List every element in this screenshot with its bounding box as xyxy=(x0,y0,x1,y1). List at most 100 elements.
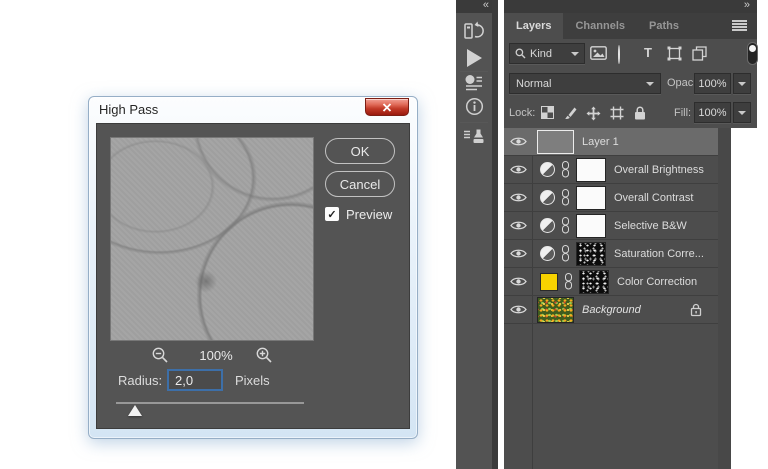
filter-smart-objects-icon[interactable] xyxy=(692,46,707,66)
dialog-content: OK Cancel Preview 100% Radius: Pixels xyxy=(96,123,410,429)
search-icon xyxy=(515,48,526,59)
clone-source-panel-icon[interactable] xyxy=(456,128,492,145)
visibility-eye-icon[interactable] xyxy=(504,304,533,315)
filter-preview-image[interactable] xyxy=(110,137,314,341)
mask-link-icon xyxy=(561,189,570,206)
layer-mask-thumbnail[interactable] xyxy=(576,185,606,210)
fill-label: Fill: xyxy=(674,107,692,119)
visibility-eye-icon[interactable] xyxy=(504,164,533,175)
filter-shape-layers-icon[interactable] xyxy=(667,46,682,66)
zoom-out-icon[interactable] xyxy=(151,346,169,364)
filter-pixel-layers-icon[interactable] xyxy=(590,46,607,65)
slider-thumb-icon[interactable] xyxy=(128,405,142,416)
adjustment-layer-icon[interactable] xyxy=(540,190,555,205)
filter-type-layers-icon[interactable] xyxy=(644,44,652,62)
panel-dock-header[interactable]: » xyxy=(504,0,757,13)
tab-layers[interactable]: Layers xyxy=(504,13,564,39)
layer-name[interactable]: Overall Contrast xyxy=(614,192,693,204)
layer-mask-thumbnail[interactable] xyxy=(576,241,606,266)
layer-list: Layer 1 Overall Brightness Overall Contr… xyxy=(504,128,718,324)
close-button[interactable] xyxy=(365,98,409,116)
history-panel-icon[interactable] xyxy=(456,20,492,42)
layer-row-saturation-correction[interactable]: Saturation Corre... xyxy=(504,240,718,268)
ok-button[interactable]: OK xyxy=(325,138,395,164)
visibility-eye-icon[interactable] xyxy=(504,276,533,287)
radius-input[interactable] xyxy=(167,369,223,391)
layer-filtering-toggle[interactable] xyxy=(747,42,758,65)
close-icon xyxy=(382,100,392,115)
dialog-titlebar[interactable]: High Pass xyxy=(89,97,417,123)
opacity-value[interactable]: 100% xyxy=(694,73,731,94)
blend-mode-value: Normal xyxy=(516,77,552,90)
mask-link-icon xyxy=(561,161,570,178)
layer-mask-thumbnail[interactable] xyxy=(576,213,606,238)
adjustment-layer-icon[interactable] xyxy=(540,162,555,177)
layer-row-background[interactable]: Background xyxy=(504,296,718,324)
lock-position-icon[interactable] xyxy=(586,106,601,126)
fill-value[interactable]: 100% xyxy=(694,102,731,123)
radius-slider[interactable] xyxy=(114,394,306,418)
layer-locked-icon xyxy=(690,303,702,322)
panel-menu-icon[interactable] xyxy=(732,20,747,32)
fill-dropdown-icon[interactable] xyxy=(733,102,751,123)
zoom-level: 100% xyxy=(199,348,233,363)
globe-list-panel-icon[interactable] xyxy=(456,74,492,91)
layer-name[interactable]: Overall Brightness xyxy=(614,164,704,176)
layer-thumbnail[interactable] xyxy=(537,129,574,154)
filter-adjustment-layers-icon[interactable] xyxy=(618,45,620,64)
panel-gutter xyxy=(718,128,731,469)
strip-divider xyxy=(460,122,488,123)
mask-link-icon xyxy=(564,273,573,290)
blend-mode-dropdown[interactable]: Normal xyxy=(509,73,661,94)
adjustment-layer-icon[interactable] xyxy=(540,218,555,233)
lock-image-pixels-icon[interactable] xyxy=(564,106,578,125)
lock-all-icon[interactable] xyxy=(634,106,646,125)
layer-row-selective-bw[interactable]: Selective B&W xyxy=(504,212,718,240)
layer-mask-thumbnail[interactable] xyxy=(576,157,606,182)
lock-row: Lock: Fill: 100% xyxy=(504,98,757,128)
chevron-down-icon xyxy=(571,51,579,56)
dialog-title: High Pass xyxy=(99,102,159,117)
opacity-dropdown-icon[interactable] xyxy=(733,73,751,94)
layer-filter-row: Kind xyxy=(504,39,758,69)
dock-strip-header[interactable]: « xyxy=(456,0,492,13)
visibility-eye-icon[interactable] xyxy=(504,248,533,259)
layer-row-layer1[interactable]: Layer 1 xyxy=(504,128,718,156)
info-panel-icon[interactable] xyxy=(456,97,492,116)
layer-name[interactable]: Layer 1 xyxy=(582,136,619,148)
radius-label: Radius: xyxy=(118,373,163,388)
visibility-eye-icon[interactable] xyxy=(504,192,533,203)
lock-transparent-pixels-icon[interactable] xyxy=(541,106,554,119)
slider-track xyxy=(116,402,304,404)
filter-kind-dropdown[interactable]: Kind xyxy=(509,43,585,64)
collapse-panels-icon[interactable]: « xyxy=(483,0,489,11)
chevron-down-icon xyxy=(646,81,654,86)
visibility-eye-icon[interactable] xyxy=(504,136,533,147)
layer-name[interactable]: Saturation Corre... xyxy=(614,248,704,260)
tab-paths[interactable]: Paths xyxy=(637,13,691,39)
zoom-in-icon[interactable] xyxy=(255,346,273,364)
strip-divider xyxy=(460,71,488,72)
layer-row-color-correction[interactable]: Color Correction xyxy=(504,268,718,296)
layer-row-overall-brightness[interactable]: Overall Brightness xyxy=(504,156,718,184)
tab-channels[interactable]: Channels xyxy=(563,13,637,39)
mask-link-icon xyxy=(561,245,570,262)
cancel-button[interactable]: Cancel xyxy=(325,171,395,197)
adjustment-layer-icon[interactable] xyxy=(540,246,555,261)
filter-kind-value: Kind xyxy=(530,47,553,60)
layer-name[interactable]: Color Correction xyxy=(617,276,697,288)
visibility-eye-icon[interactable] xyxy=(504,220,533,231)
layer-name[interactable]: Background xyxy=(582,304,641,316)
expand-panels-icon[interactable]: » xyxy=(744,0,750,11)
lock-artboard-icon[interactable] xyxy=(610,106,624,125)
layer-thumbnail[interactable] xyxy=(537,296,574,323)
layer-name[interactable]: Selective B&W xyxy=(614,220,687,232)
fill-color-swatch[interactable] xyxy=(540,272,558,291)
layer-row-overall-contrast[interactable]: Overall Contrast xyxy=(504,184,718,212)
actions-panel-icon[interactable] xyxy=(456,49,492,67)
layers-panel-header: » Layers Channels Paths Kind Normal xyxy=(504,0,758,128)
lock-label: Lock: xyxy=(509,107,536,119)
panel-dock-strip: « xyxy=(456,0,498,469)
layer-mask-thumbnail[interactable] xyxy=(579,269,609,294)
preview-checkbox[interactable] xyxy=(325,207,339,221)
